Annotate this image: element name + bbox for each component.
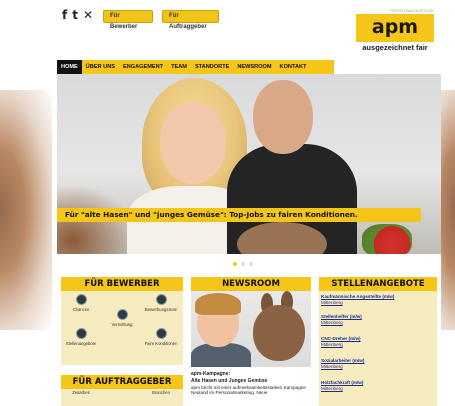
job-item[interactable]: Stellenhelfer (m/w) Mittenberg <box>321 314 431 326</box>
chancen-item[interactable]: Chancen <box>61 294 101 312</box>
faire-konditionen-item[interactable]: Faire Konditionen <box>141 328 181 346</box>
newsroom-image[interactable] <box>191 291 311 367</box>
auftraggeber-panel: Zeitarbeit Branchen <box>61 389 183 406</box>
tumblr-icon[interactable]: t <box>72 8 78 22</box>
bewerbungsziele-icon <box>155 294 167 305</box>
job-item[interactable]: Sozialarbeiter (m/w) Mittenberg <box>321 358 431 370</box>
logo-tagline: ausgezeichnet fair <box>362 43 428 52</box>
side-decoration-left <box>0 90 52 330</box>
page-container: f t ✕ Für Bewerber Für Auftraggeber PERS… <box>57 0 441 406</box>
slider-dots <box>233 262 253 266</box>
job-location[interactable]: Mittenberg <box>321 342 431 348</box>
job-item[interactable]: Kaufmännische Angestellte (m/w) Mittenbe… <box>321 294 431 306</box>
job-item[interactable]: Holzfachkraft (m/w) Mittenberg <box>321 380 431 392</box>
hero-slider[interactable] <box>57 74 441 254</box>
xing-icon[interactable]: ✕ <box>83 8 93 22</box>
newsroom-teaser[interactable]: apm-Kampagne: Alte Hasen und Junges Gemü… <box>191 371 311 396</box>
faire-konditionen-icon <box>155 328 167 339</box>
news-rabbit <box>253 305 305 361</box>
auftraggeber-heading: FÜR AUFTRAGGEBER <box>61 375 183 389</box>
job-location[interactable]: Mittenberg <box>321 364 431 370</box>
hero-woman-face <box>160 102 226 184</box>
facebook-icon[interactable]: f <box>62 8 67 22</box>
zeitarbeit-item[interactable]: Zeitarbeit <box>61 390 101 395</box>
bewerbungsziele-item[interactable]: Bewerbungsziele <box>141 294 181 312</box>
fuer-auftraggeber-button[interactable]: Für Auftraggeber <box>162 10 219 30</box>
stellenangebote-item[interactable]: Stellenangebote <box>61 328 101 346</box>
social-links: f t ✕ <box>62 8 93 22</box>
vermittlung-icon <box>116 309 128 320</box>
hero-caption: Für "alte Hasen" und "junges Gemüse": To… <box>57 208 421 222</box>
vermittlung-item[interactable]: Vermittlung <box>102 309 142 327</box>
job-item[interactable]: CNC-Dreher (m/w) Mittenberg <box>321 336 431 348</box>
hero-vegetables <box>362 224 412 254</box>
nav-kontakt[interactable]: KONTAKT <box>276 60 311 74</box>
branchen-item[interactable]: Branchen <box>141 390 181 395</box>
nav-engagement[interactable]: ENGAGEMENT <box>119 60 167 74</box>
news-headline-2: Alte Hasen und Junges Gemüse <box>191 377 268 384</box>
job-location[interactable]: Mittenberg <box>321 300 431 306</box>
logo[interactable]: apm <box>356 14 434 42</box>
slider-dot-1[interactable] <box>233 262 237 266</box>
bewerber-heading: FÜR BEWERBER <box>61 277 183 291</box>
job-location[interactable]: Mittenberg <box>321 320 431 326</box>
nav-standorte[interactable]: STANDORTE <box>191 60 233 74</box>
chancen-icon <box>75 294 87 305</box>
nav-newsroom[interactable]: NEWSROOM <box>233 60 275 74</box>
nav-ueber-uns[interactable]: ÜBER UNS <box>82 60 119 74</box>
newsroom-heading: NEWSROOM <box>191 277 311 291</box>
logo-text: apm <box>371 16 419 38</box>
hero-man-head <box>253 80 313 154</box>
logo-tagline-top: PERSONALSERVICE <box>390 8 434 13</box>
slider-dot-3[interactable] <box>249 262 253 266</box>
news-body: apm bricht mit einer aufmerksamkeitsstar… <box>191 384 306 396</box>
bewerber-panel: Chancen Vermittlung Bewerbungsziele Stel… <box>61 291 183 365</box>
job-location[interactable]: Mittenberg <box>321 386 431 392</box>
nav-home[interactable]: HOME <box>57 60 82 74</box>
slider-dot-2[interactable] <box>241 262 245 266</box>
stellenangebote-icon <box>75 328 87 339</box>
news-headline-1: apm-Kampagne: <box>191 371 231 377</box>
nav-team[interactable]: TEAM <box>167 60 191 74</box>
news-child-hair <box>195 293 241 315</box>
fuer-bewerber-button[interactable]: Für Bewerber <box>103 10 153 30</box>
jobs-heading: STELLENANGEBOTE <box>319 277 437 291</box>
main-navigation: HOME ÜBER UNS ENGAGEMENT TEAM STANDORTE … <box>57 60 334 74</box>
